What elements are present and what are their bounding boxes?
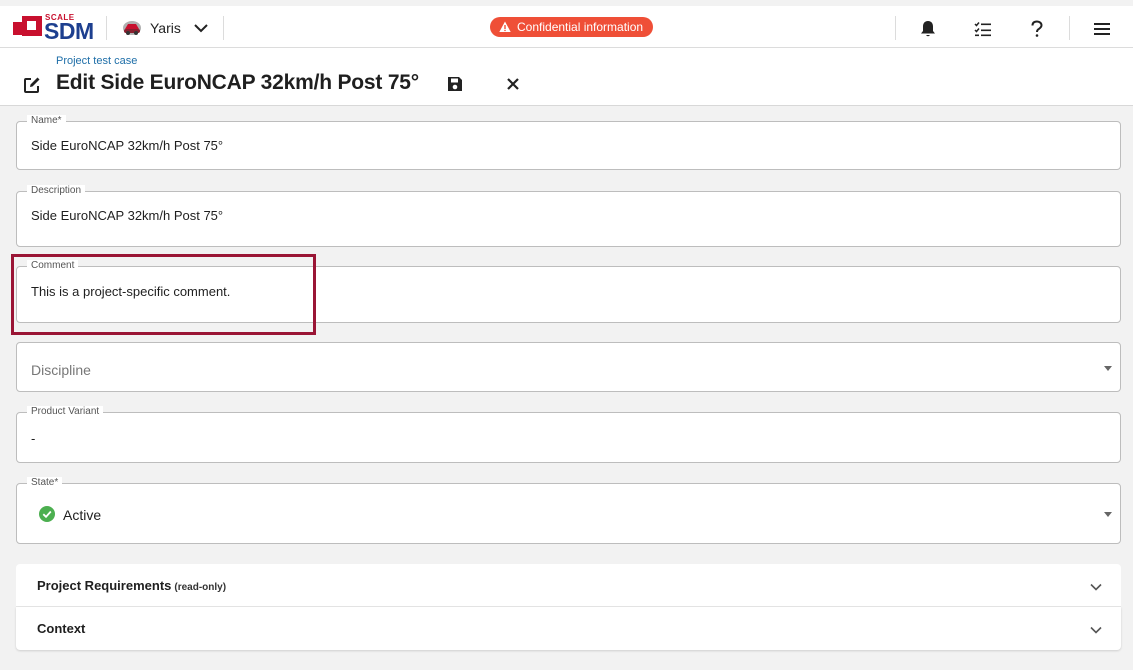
product-variant-field[interactable]: Product Variant -: [16, 406, 1121, 463]
chevron-down-icon: [194, 24, 208, 33]
menu-icon: [1094, 23, 1110, 35]
page-header: Project test case Edit Side EuroNCAP 32k…: [0, 48, 1133, 106]
save-icon[interactable]: [446, 75, 464, 93]
state-select[interactable]: State* Active: [16, 477, 1121, 544]
scale-sdm-logo[interactable]: SCALE SDM: [13, 13, 97, 43]
task-list-icon: [974, 22, 991, 37]
discipline-select[interactable]: Discipline: [16, 342, 1121, 392]
name-field[interactable]: Name* Side EuroNCAP 32km/h Post 75°: [16, 115, 1121, 170]
bell-icon: [921, 21, 935, 37]
help-icon: [1031, 20, 1043, 37]
breadcrumb[interactable]: Project test case: [56, 55, 137, 67]
project-requirements-label: Project Requirements: [37, 578, 172, 593]
comment-value[interactable]: This is a project-specific comment.: [31, 284, 1101, 299]
product-variant-value[interactable]: -: [31, 431, 1101, 446]
project-requirements-title: Project Requirements (read-only): [37, 578, 226, 593]
top-bar: SCALE SDM Yaris Confidential information: [0, 6, 1133, 48]
product-variant-label: Product Variant: [27, 406, 104, 418]
tasks-button[interactable]: [973, 19, 993, 39]
chevron-down-icon: [1090, 583, 1102, 591]
close-icon[interactable]: [505, 76, 521, 92]
logo-square-inner: [27, 21, 36, 30]
read-only-note: (read-only): [174, 582, 227, 593]
divider: [895, 16, 896, 40]
car-icon: [123, 21, 141, 35]
chevron-down-icon: [1090, 626, 1102, 634]
divider: [106, 16, 107, 40]
description-value[interactable]: Side EuroNCAP 32km/h Post 75°: [31, 208, 1101, 223]
divider: [1069, 16, 1070, 40]
project-name: Yaris: [150, 20, 181, 36]
name-value[interactable]: Side EuroNCAP 32km/h Post 75°: [31, 138, 1101, 153]
logo-sdm-text: SDM: [44, 18, 94, 44]
edit-icon: [24, 77, 40, 93]
confidential-badge: Confidential information: [490, 17, 654, 37]
name-label: Name*: [27, 115, 66, 127]
menu-button[interactable]: [1092, 19, 1112, 39]
notifications-button[interactable]: [918, 19, 938, 39]
comment-label: Comment: [27, 260, 79, 272]
confidential-label: Confidential information: [517, 20, 644, 34]
page-title: Edit Side EuroNCAP 32km/h Post 75°: [56, 71, 419, 94]
dropdown-arrow-icon: [1104, 512, 1112, 517]
project-selector[interactable]: Yaris: [122, 15, 209, 41]
state-label: State*: [27, 477, 63, 489]
context-title: Context: [37, 621, 86, 636]
dropdown-arrow-icon: [1104, 366, 1112, 371]
help-button[interactable]: [1027, 19, 1047, 39]
divider: [223, 16, 224, 40]
state-value: Active: [63, 507, 102, 523]
description-field[interactable]: Description Side EuroNCAP 32km/h Post 75…: [16, 185, 1121, 247]
comment-field[interactable]: Comment This is a project-specific comme…: [16, 260, 1121, 323]
description-label: Description: [27, 185, 86, 197]
context-accordion[interactable]: Context: [16, 607, 1121, 650]
check-circle-icon: [39, 506, 55, 522]
warning-icon: [499, 21, 511, 32]
discipline-placeholder: Discipline: [31, 362, 91, 378]
project-requirements-accordion[interactable]: Project Requirements (read-only): [16, 564, 1121, 607]
